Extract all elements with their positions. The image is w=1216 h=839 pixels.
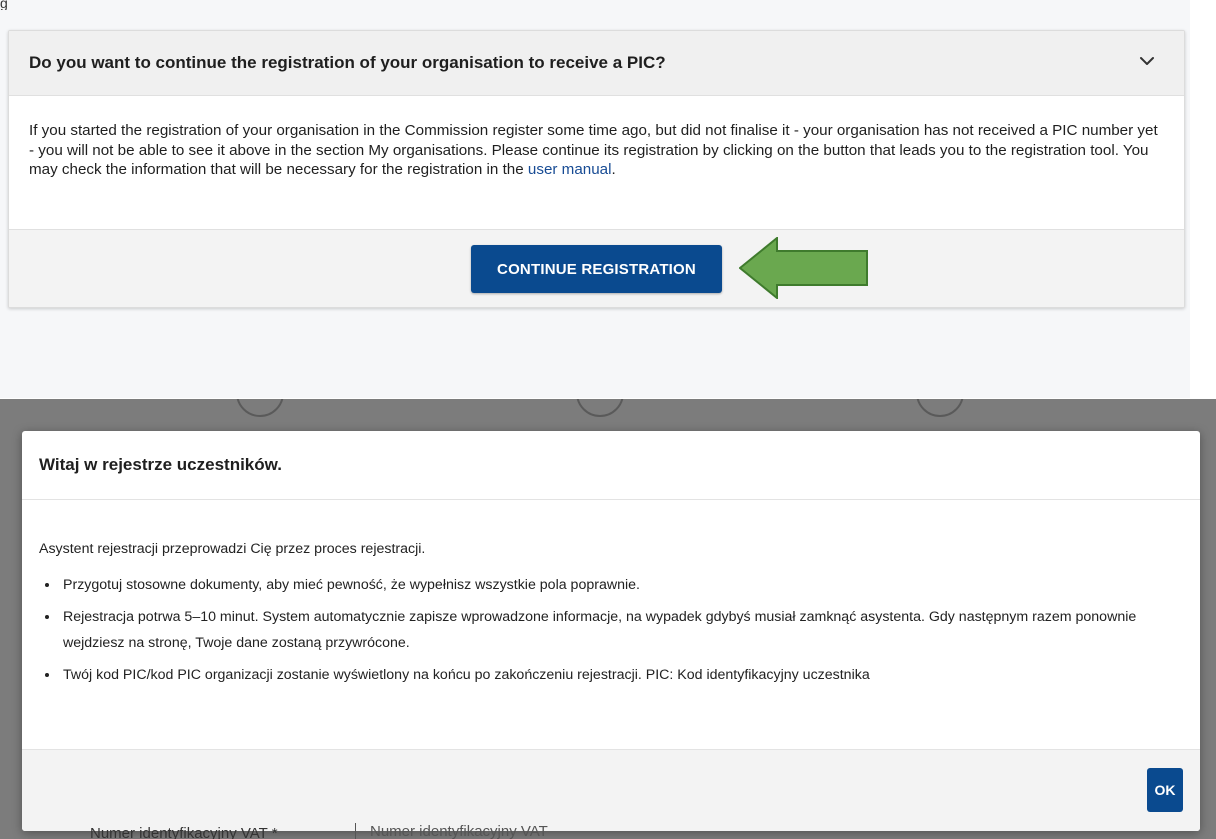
list-item: Rejestracja potrwa 5–10 minut. System au… — [60, 604, 1183, 656]
step-circle — [916, 399, 964, 417]
modal-overlay: Witaj w rejestrze uczestników. Asystent … — [0, 399, 1216, 839]
dialog-intro: Asystent rejestracji przeprowadzi Cię pr… — [39, 541, 426, 557]
vat-input[interactable]: Numer identyfikacyjny VAT — [355, 823, 1190, 839]
list-item: Przygotuj stosowne dokumenty, aby mieć p… — [60, 572, 1183, 598]
dialog-header: Witaj w rejestrze uczestników. — [22, 431, 1200, 500]
step-circle — [236, 399, 284, 417]
accordion-body-end: . — [611, 161, 616, 178]
continue-registration-button[interactable]: CONTINUE REGISTRATION — [471, 245, 722, 293]
user-manual-link[interactable]: user manual — [528, 161, 612, 178]
page-background-top: g Do you want to continue the registrati… — [0, 0, 1190, 398]
chevron-down-icon[interactable] — [1138, 52, 1156, 75]
pic-registration-accordion: Do you want to continue the registration… — [8, 30, 1185, 308]
list-item: Twój kod PIC/kod PIC organizacji zostani… — [60, 662, 1183, 688]
dialog-title: Witaj w rejestrze uczestników. — [39, 455, 282, 474]
arrow-left-icon — [739, 237, 868, 299]
vat-field-label: Numer identyfikacyjny VAT * — [90, 825, 278, 839]
accordion-header[interactable]: Do you want to continue the registration… — [9, 31, 1184, 96]
dialog-footer: OK — [22, 749, 1200, 831]
cropped-text: g — [0, 0, 8, 10]
ok-button[interactable]: OK — [1147, 768, 1183, 812]
accordion-footer: CONTINUE REGISTRATION — [9, 229, 1184, 307]
accordion-title: Do you want to continue the registration… — [29, 53, 666, 72]
welcome-dialog: Witaj w rejestrze uczestników. Asystent … — [22, 431, 1200, 831]
accordion-body: If you started the registration of your … — [9, 97, 1184, 229]
instructions-list: Przygotuj stosowne dokumenty, aby mieć p… — [39, 572, 1183, 688]
step-circle — [576, 399, 624, 417]
dialog-body: Asystent rejestracji przeprowadzi Cię pr… — [22, 501, 1200, 749]
vat-label-text: Numer identyfikacyjny VAT — [90, 825, 268, 839]
